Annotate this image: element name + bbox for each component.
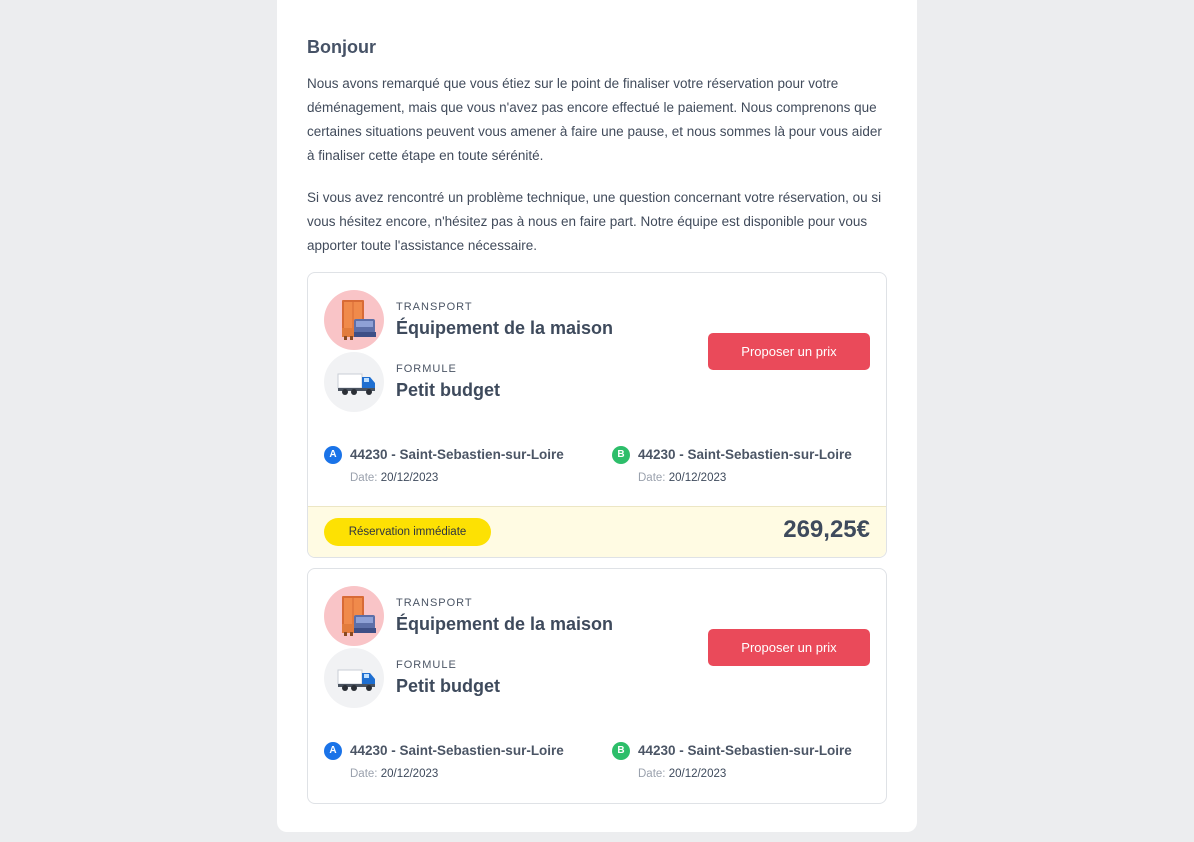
- formula-row: FORMULE Petit budget: [324, 648, 644, 708]
- formula-label: FORMULE: [396, 363, 457, 375]
- destination-date: Date: 20/12/2023: [638, 472, 726, 484]
- transport-row: TRANSPORT Équipement de la maison: [324, 586, 644, 646]
- transport-value: Équipement de la maison: [396, 318, 614, 338]
- destination-marker: B: [612, 742, 630, 760]
- booking-card: TRANSPORT Équipement de la maison FORMUL…: [307, 568, 887, 804]
- destination-city: 44230 - Saint-Sebastien-sur-Loire: [638, 743, 852, 758]
- origin-city: 44230 - Saint-Sebastien-sur-Loire: [350, 743, 564, 758]
- transport-value: Équipement de la maison: [396, 614, 614, 634]
- greeting: Bonjour: [307, 37, 376, 57]
- transport-label: TRANSPORT: [396, 301, 473, 313]
- destination-date-value: 20/12/2023: [668, 472, 727, 484]
- formula-value: Petit budget: [396, 380, 500, 400]
- truck-icon: [324, 352, 384, 412]
- origin-date-value: 20/12/2023: [380, 768, 439, 780]
- card-footer: Réservation immédiate 269,25€: [308, 506, 886, 557]
- origin-date: Date: 20/12/2023: [350, 472, 438, 484]
- destination-date-label: Date:: [638, 768, 666, 780]
- origin-date-label: Date:: [350, 768, 378, 780]
- destination-marker: B: [612, 446, 630, 464]
- truck-icon: [324, 648, 384, 708]
- origin-date: Date: 20/12/2023: [350, 768, 438, 780]
- propose-price-button[interactable]: Proposer un prix: [708, 333, 870, 370]
- intro-paragraph: Nous avons remarqué que vous étiez sur l…: [307, 76, 882, 163]
- formula-value: Petit budget: [396, 676, 500, 696]
- origin-marker: A: [324, 446, 342, 464]
- destination-date-value: 20/12/2023: [668, 768, 727, 780]
- origin-date-label: Date:: [350, 472, 378, 484]
- destination-date-label: Date:: [638, 472, 666, 484]
- furniture-icon: [324, 586, 384, 646]
- immediate-booking-badge: Réservation immédiate: [324, 518, 491, 546]
- destination-date: Date: 20/12/2023: [638, 768, 726, 780]
- email-container: Bonjour Nous avons remarqué que vous éti…: [277, 0, 917, 832]
- origin-marker: A: [324, 742, 342, 760]
- destination-city: 44230 - Saint-Sebastien-sur-Loire: [638, 447, 852, 462]
- propose-price-button[interactable]: Proposer un prix: [708, 629, 870, 666]
- price: 269,25€: [783, 516, 870, 543]
- formula-row: FORMULE Petit budget: [324, 352, 644, 412]
- transport-row: TRANSPORT Équipement de la maison: [324, 290, 644, 350]
- origin-date-value: 20/12/2023: [380, 472, 439, 484]
- origin-city: 44230 - Saint-Sebastien-sur-Loire: [350, 447, 564, 462]
- booking-card: TRANSPORT Équipement de la maison FORMUL…: [307, 272, 887, 558]
- transport-label: TRANSPORT: [396, 597, 473, 609]
- furniture-icon: [324, 290, 384, 350]
- help-paragraph: Si vous avez rencontré un problème techn…: [307, 190, 882, 253]
- formula-label: FORMULE: [396, 659, 457, 671]
